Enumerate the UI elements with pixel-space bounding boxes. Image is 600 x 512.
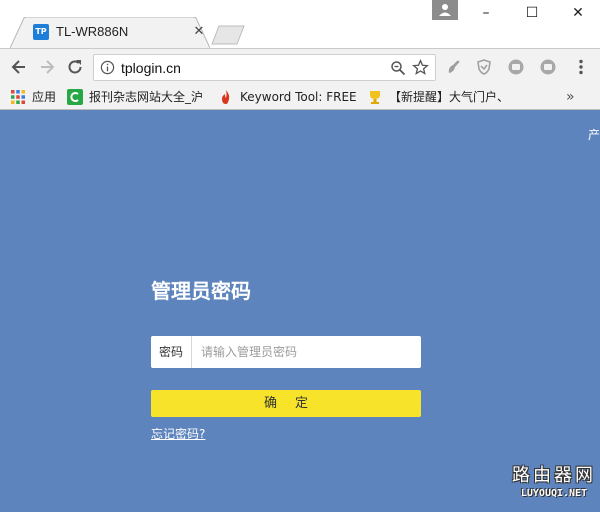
- bookmark-label: Keyword Tool: FREE: [240, 90, 356, 104]
- tab-title: TL-WR886N: [56, 24, 129, 39]
- watermark: 路由器网 LUYOUQI.NET: [512, 465, 596, 501]
- corner-text[interactable]: 产: [588, 128, 600, 142]
- close-window-button[interactable]: ✕: [558, 2, 598, 24]
- trophy-icon: [370, 91, 380, 104]
- info-icon[interactable]: [100, 60, 115, 75]
- bookmark-portal[interactable]: 【新提醒】大气门户、: [367, 88, 507, 106]
- extension-circle-icon-2[interactable]: [539, 58, 557, 76]
- profile-button[interactable]: [432, 0, 458, 20]
- apps-grid-icon: [11, 90, 25, 104]
- reload-icon[interactable]: [65, 57, 85, 77]
- watermark-sub-text: LUYOUQI.NET: [520, 488, 588, 499]
- brush-extension-icon[interactable]: [445, 58, 463, 76]
- maximize-button[interactable]: ☐: [512, 2, 552, 24]
- address-bar[interactable]: tplogin.cn: [93, 54, 436, 81]
- password-label: 密码: [151, 336, 192, 368]
- zoom-icon[interactable]: [390, 60, 406, 76]
- tab-strip: TP TL-WR886N ✕ – ☐ ✕: [0, 0, 600, 48]
- back-arrow-icon[interactable]: [9, 57, 29, 77]
- green-c-icon: [67, 89, 83, 105]
- password-field-group: 密码: [151, 336, 421, 368]
- address-url[interactable]: tplogin.cn: [121, 59, 181, 77]
- flame-icon: [222, 90, 230, 104]
- bookmark-magazines[interactable]: 报刊杂志网站大全_沪: [67, 88, 207, 106]
- tab-close-icon[interactable]: ✕: [191, 24, 207, 40]
- shield-extension-icon[interactable]: [475, 58, 493, 76]
- password-input[interactable]: [193, 336, 421, 368]
- bookmark-apps[interactable]: 应用: [10, 88, 62, 106]
- browser-tab[interactable]: TP TL-WR886N ✕: [10, 17, 210, 48]
- extension-circle-icon[interactable]: [507, 58, 525, 76]
- new-tab-button[interactable]: [210, 25, 246, 45]
- page-title: 管理员密码: [151, 279, 251, 303]
- tp-link-favicon-icon: TP: [33, 24, 49, 40]
- bookmark-label: 报刊杂志网站大全_沪: [89, 90, 204, 104]
- browser-toolbar: tplogin.cn: [0, 48, 600, 85]
- router-login-page: 产 管理员密码 密码 确定 忘记密码? 路由器网 LUYOUQI.NET: [0, 111, 600, 512]
- bookmarks-overflow-chevron-icon[interactable]: »: [566, 88, 575, 106]
- forward-arrow-icon[interactable]: [37, 57, 57, 77]
- person-icon: [439, 4, 451, 16]
- bookmark-label: 【新提醒】大气门户、: [389, 90, 507, 104]
- menu-kebab-icon[interactable]: [572, 58, 590, 76]
- bookmarks-bar: 应用 报刊杂志网站大全_沪 Keyword Tool: FREE 【新提醒】大气…: [0, 85, 600, 110]
- minimize-button[interactable]: –: [466, 2, 506, 24]
- watermark-main-text: 路由器网: [512, 465, 596, 486]
- confirm-button[interactable]: 确定: [151, 390, 421, 417]
- bookmark-star-icon[interactable]: [412, 59, 429, 76]
- forgot-password-link[interactable]: 忘记密码?: [151, 426, 205, 442]
- bookmark-keyword-tool[interactable]: Keyword Tool: FREE: [218, 88, 356, 106]
- bookmark-label: 应用: [32, 90, 57, 104]
